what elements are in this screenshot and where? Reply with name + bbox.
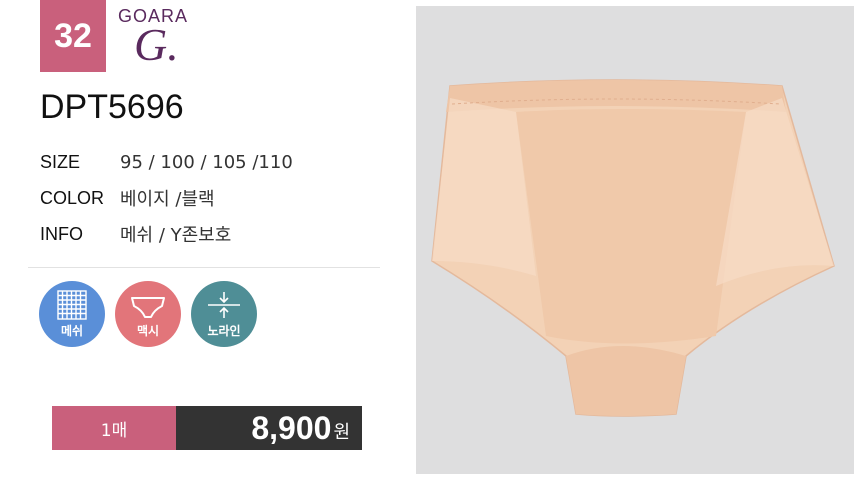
product-photo	[416, 6, 854, 474]
spec-color-row: COLOR 베이지 /블랙	[40, 186, 215, 211]
brand-logo: GOARA G.	[118, 6, 208, 72]
spec-value: 메쉬 / Y존보호	[120, 225, 232, 246]
feature-maxi: 맥시	[115, 281, 181, 347]
feature-label: 노라인	[207, 323, 241, 338]
item-number-badge: 32	[40, 0, 106, 72]
feature-label: 메쉬	[60, 323, 84, 338]
divider	[28, 267, 380, 268]
price-bar: 1매 8,900 원	[52, 406, 362, 450]
product-code: DPT5696	[40, 88, 184, 126]
item-number: 32	[54, 16, 92, 55]
no-line-icon	[208, 291, 240, 318]
feature-label: 맥시	[136, 323, 160, 338]
spec-value: 95 / 100 / 105 /110	[120, 151, 293, 173]
maxi-brief-icon	[131, 296, 165, 318]
mesh-grid-icon	[57, 289, 87, 320]
price-unit: 원	[333, 422, 350, 443]
feature-no-line: 노라인	[191, 281, 257, 347]
feature-mesh: 메쉬	[39, 281, 105, 347]
spec-label: COLOR	[40, 187, 105, 208]
price-amount: 8,900	[251, 409, 332, 446]
spec-info-row: INFO 메쉬 / Y존보호	[40, 222, 232, 247]
brief-image	[431, 79, 835, 417]
price-box: 8,900 원	[176, 406, 362, 450]
quantity-label: 1매	[52, 406, 176, 450]
brand-mark: G.	[134, 19, 179, 70]
spec-value: 베이지 /블랙	[120, 189, 215, 210]
spec-label: SIZE	[40, 151, 81, 172]
spec-label: INFO	[40, 223, 83, 244]
spec-size-row: SIZE 95 / 100 / 105 /110	[40, 150, 293, 174]
